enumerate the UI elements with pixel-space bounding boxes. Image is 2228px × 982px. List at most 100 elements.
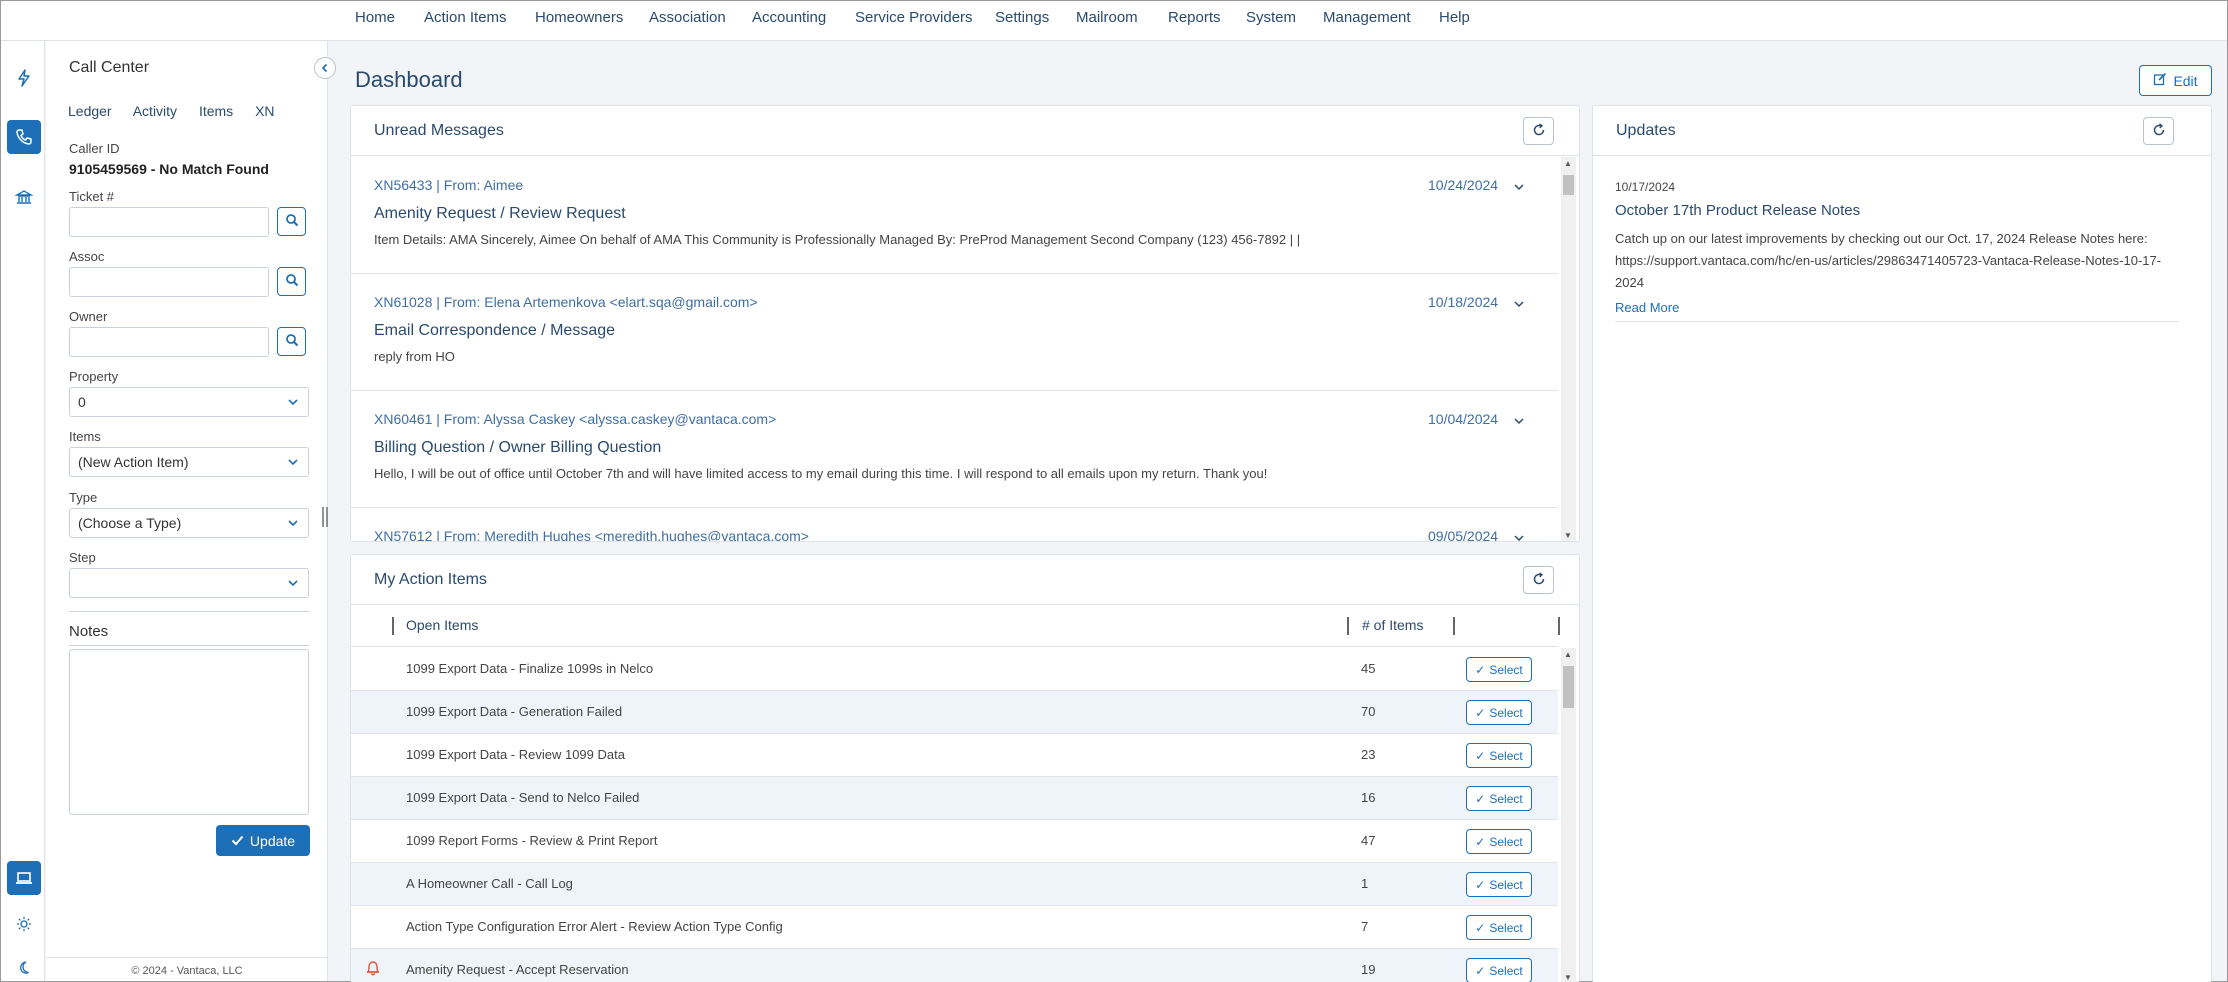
step-label: Step [69, 550, 96, 565]
message-subject[interactable]: Billing Question / Owner Billing Questio… [374, 439, 661, 457]
ticket-input[interactable] [69, 207, 269, 237]
refresh-action-items-button[interactable] [1523, 566, 1554, 594]
step-select[interactable] [69, 568, 309, 598]
chevron-down-icon[interactable] [1513, 296, 1525, 312]
select-button[interactable]: ✓ Select [1466, 829, 1532, 854]
ticket-search-button[interactable] [277, 207, 306, 236]
nav-homeowners[interactable]: Homeowners [535, 9, 623, 26]
caller-id-label: Caller ID [69, 141, 120, 156]
select-label: Select [1489, 748, 1523, 763]
table-row[interactable]: 1099 Export Data - Review 1099 Data 23 ✓… [351, 734, 1558, 777]
message-item[interactable]: XN56433 | From: Aimee 10/24/2024 Amenity… [351, 157, 1558, 274]
message-item[interactable]: XN57612 | From: Meredith Hughes <meredit… [351, 508, 1558, 542]
assoc-search-button[interactable] [277, 267, 306, 296]
item-name: 1099 Export Data - Review 1099 Data [406, 747, 625, 762]
nav-mailroom[interactable]: Mailroom [1076, 9, 1138, 26]
items-select[interactable]: (New Action Item) [69, 447, 309, 477]
collapse-panel-button[interactable] [314, 57, 336, 79]
chevron-down-icon[interactable] [1513, 413, 1525, 429]
message-from[interactable]: XN60461 | From: Alyssa Caskey <alyssa.ca… [374, 411, 776, 427]
table-row[interactable]: 1099 Export Data - Send to Nelco Failed … [351, 777, 1558, 820]
message-from[interactable]: XN57612 | From: Meredith Hughes <meredit… [374, 528, 809, 541]
nav-help[interactable]: Help [1439, 9, 1470, 26]
item-count: 23 [1361, 747, 1376, 762]
read-more-link[interactable]: Read More [1615, 300, 1679, 315]
table-row[interactable]: Amenity Request - Accept Reservation 19 … [351, 949, 1558, 982]
table-row[interactable]: 1099 Export Data - Generation Failed 70 … [351, 691, 1558, 734]
item-name: 1099 Export Data - Send to Nelco Failed [406, 790, 640, 805]
message-date: 09/05/2024 [1428, 528, 1499, 542]
nav-reports[interactable]: Reports [1168, 9, 1221, 26]
nav-accounting[interactable]: Accounting [752, 9, 826, 26]
select-button[interactable]: ✓ Select [1466, 786, 1532, 811]
message-subject[interactable]: Amenity Request / Review Request [374, 205, 626, 223]
table-row[interactable]: 1099 Export Data - Finalize 1099s in Nel… [351, 648, 1558, 691]
nav-home[interactable]: Home [355, 9, 395, 26]
select-button[interactable]: ✓ Select [1466, 915, 1532, 940]
item-count: 16 [1361, 790, 1376, 805]
edit-button[interactable]: Edit [2139, 65, 2212, 96]
scroll-thumb[interactable] [1563, 175, 1574, 195]
messages-scrollbar[interactable]: ▲ ▼ [1561, 157, 1576, 541]
message-date: 10/04/2024 [1428, 411, 1499, 427]
refresh-updates-button[interactable] [2143, 117, 2174, 145]
column-count[interactable]: # of Items [1362, 617, 1423, 633]
tab-items[interactable]: Items [199, 103, 233, 119]
message-item[interactable]: XN61028 | From: Elena Artemenkova <elart… [351, 274, 1558, 391]
scroll-up-icon[interactable]: ▲ [1564, 650, 1572, 659]
table-row[interactable]: 1099 Report Forms - Review & Print Repor… [351, 820, 1558, 863]
column-separator[interactable] [1347, 617, 1349, 635]
table-row[interactable]: A Homeowner Call - Call Log 1 ✓ Select [351, 863, 1558, 906]
column-separator[interactable] [392, 617, 394, 635]
update-button[interactable]: Update [216, 825, 310, 856]
check-icon: ✓ [1475, 920, 1486, 935]
message-from[interactable]: XN61028 | From: Elena Artemenkova <elart… [374, 294, 758, 310]
message-from[interactable]: XN56433 | From: Aimee [374, 177, 523, 193]
scroll-thumb[interactable] [1563, 666, 1574, 708]
chevron-down-icon[interactable] [1513, 530, 1525, 541]
nav-association[interactable]: Association [649, 9, 726, 26]
tab-xn[interactable]: XN [255, 103, 274, 119]
message-item[interactable]: XN60461 | From: Alyssa Caskey <alyssa.ca… [351, 391, 1558, 508]
notes-textarea[interactable] [69, 649, 309, 815]
item-count: 19 [1361, 962, 1376, 977]
type-select[interactable]: (Choose a Type) [69, 508, 309, 538]
nav-system[interactable]: System [1246, 9, 1296, 26]
property-select[interactable]: 0 [69, 387, 309, 417]
action-items-scrollbar[interactable]: ▲ ▼ [1561, 648, 1576, 982]
select-button[interactable]: ✓ Select [1466, 700, 1532, 725]
tab-activity[interactable]: Activity [133, 103, 177, 119]
tab-ledger[interactable]: Ledger [68, 103, 112, 119]
owner-search-button[interactable] [277, 327, 306, 356]
assoc-input[interactable] [69, 267, 269, 297]
owner-input[interactable] [69, 327, 269, 357]
chevron-down-icon[interactable] [1513, 179, 1525, 195]
nav-settings[interactable]: Settings [995, 9, 1049, 26]
select-button[interactable]: ✓ Select [1466, 743, 1532, 768]
column-separator[interactable] [1558, 617, 1560, 635]
phone-icon[interactable] [7, 120, 41, 154]
refresh-messages-button[interactable] [1523, 117, 1554, 145]
panel-resize-handle[interactable] [321, 506, 329, 528]
nav-management[interactable]: Management [1323, 9, 1411, 26]
bank-icon[interactable] [7, 180, 41, 214]
update-headline: October 17th Product Release Notes [1615, 202, 1861, 219]
moon-icon[interactable] [7, 951, 41, 982]
select-button[interactable]: ✓ Select [1466, 872, 1532, 897]
icon-rail [1, 41, 45, 981]
nav-action-items[interactable]: Action Items [424, 9, 507, 26]
select-button[interactable]: ✓ Select [1466, 657, 1532, 682]
column-separator[interactable] [1453, 617, 1455, 635]
scroll-down-icon[interactable]: ▼ [1564, 973, 1572, 982]
nav-service-providers[interactable]: Service Providers [855, 9, 973, 26]
scroll-up-icon[interactable]: ▲ [1564, 159, 1572, 168]
scroll-down-icon[interactable]: ▼ [1564, 531, 1572, 540]
lightning-icon[interactable] [7, 61, 41, 95]
column-open-items[interactable]: Open Items [406, 617, 478, 633]
type-value: (Choose a Type) [78, 515, 182, 531]
sun-icon[interactable] [7, 907, 41, 941]
laptop-icon[interactable] [7, 861, 41, 895]
table-row[interactable]: Action Type Configuration Error Alert - … [351, 906, 1558, 949]
message-subject[interactable]: Email Correspondence / Message [374, 322, 615, 340]
select-button[interactable]: ✓ Select [1466, 958, 1532, 982]
